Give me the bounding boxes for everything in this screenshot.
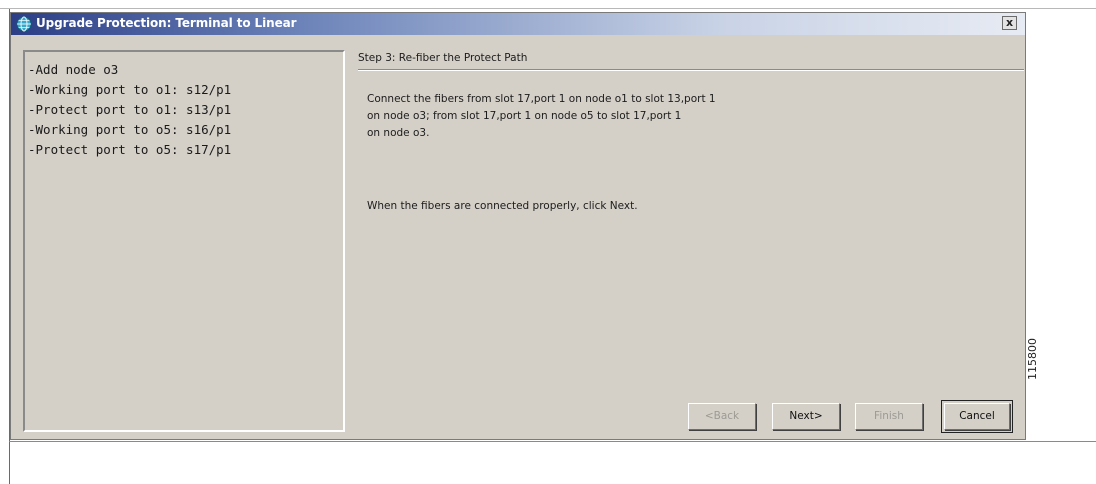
next-button[interactable]: Next> <box>772 403 840 430</box>
close-icon: x <box>1005 16 1014 29</box>
summary-line: -Protect port to o5: s17/p1 <box>28 142 232 157</box>
back-button[interactable]: <Back <box>688 403 756 430</box>
step-hint: When the fibers are connected properly, … <box>367 200 638 212</box>
instruction-line: on node o3. <box>367 127 430 139</box>
summary-line: -Working port to o1: s12/p1 <box>28 82 232 97</box>
instruction-line: Connect the fibers from slot 17,port 1 o… <box>367 93 716 105</box>
cancel-button[interactable]: Cancel <box>941 400 1013 433</box>
window-title: Upgrade Protection: Terminal to Linear <box>36 16 297 30</box>
close-button[interactable]: x <box>1002 16 1017 30</box>
figure-border-bottom <box>9 441 1096 442</box>
figure-id-label: 115800 <box>1026 338 1039 380</box>
step-title: Step 3: Re-fiber the Protect Path <box>358 52 528 64</box>
network-globe-icon <box>16 16 32 32</box>
figure-border-top <box>0 8 1096 9</box>
instruction-line: on node o3; from slot 17,port 1 on node … <box>367 110 682 122</box>
summary-line: -Working port to o5: s16/p1 <box>28 122 232 137</box>
step-instructions: Connect the fibers from slot 17,port 1 o… <box>367 91 967 142</box>
wizard-dialog: Upgrade Protection: Terminal to Linear x… <box>10 12 1026 440</box>
summary-line: -Add node o3 <box>28 62 119 77</box>
step-divider-highlight <box>358 70 1024 71</box>
summary-panel: -Add node o3 -Working port to o1: s12/p1… <box>23 50 345 432</box>
finish-button[interactable]: Finish <box>855 403 923 430</box>
title-bar[interactable]: Upgrade Protection: Terminal to Linear x <box>11 13 1025 35</box>
step-panel: Step 3: Re-fiber the Protect Path Connec… <box>342 50 1024 433</box>
summary-line: -Protect port to o1: s13/p1 <box>28 102 232 117</box>
